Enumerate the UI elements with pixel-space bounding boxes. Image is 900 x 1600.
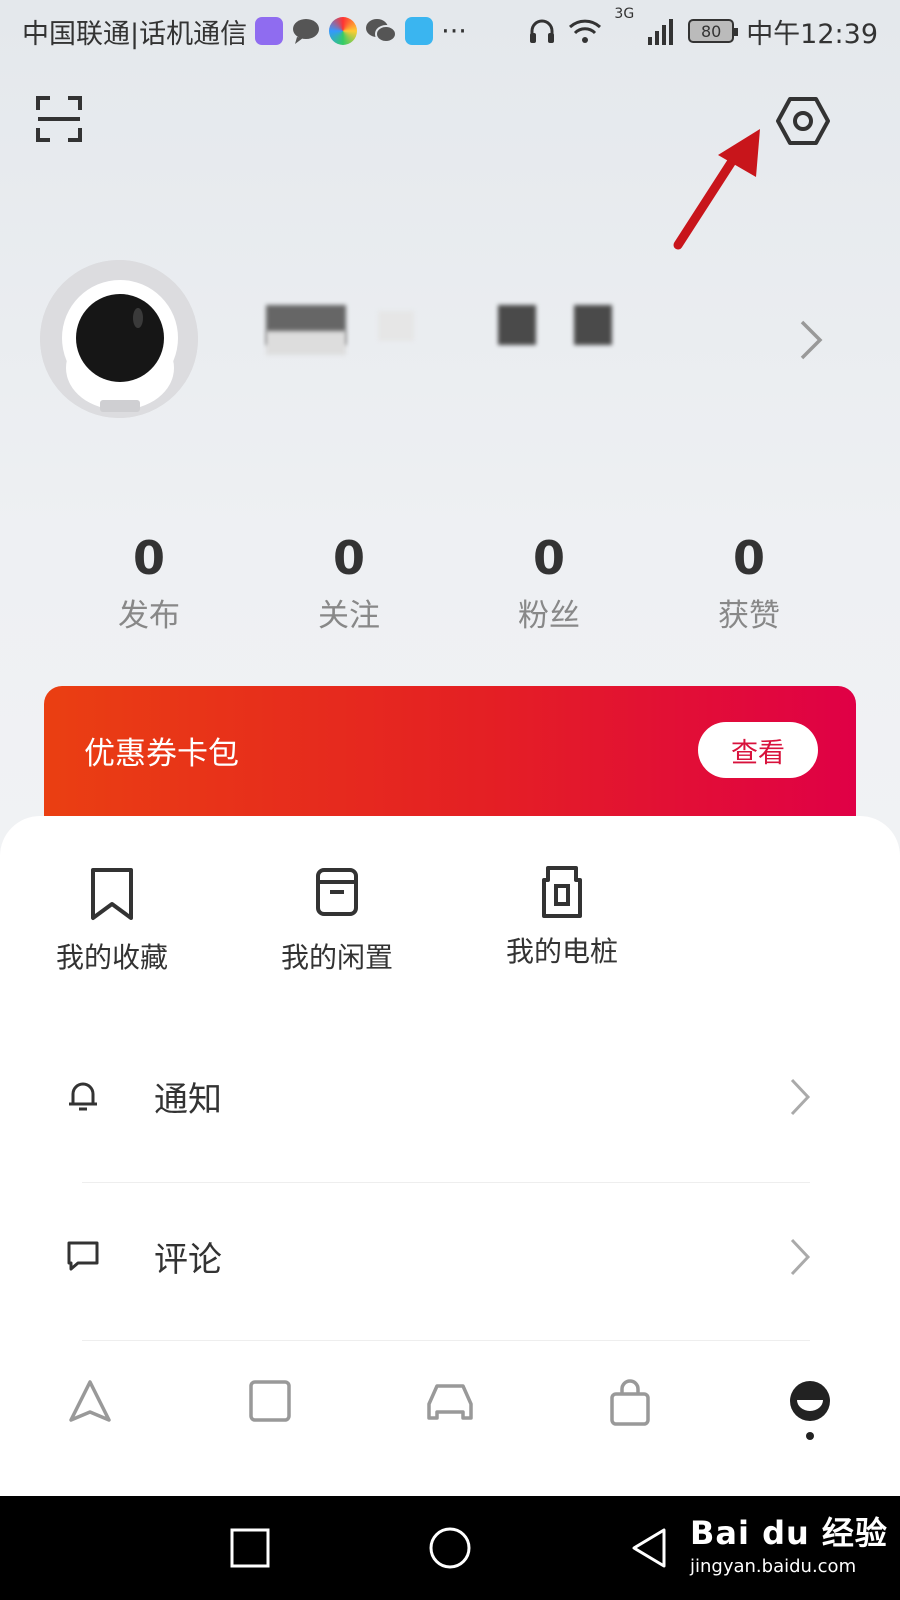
status-time: 中午12:39 — [746, 18, 878, 50]
chevron-right-icon — [790, 1078, 811, 1116]
menu-comments[interactable]: 评论 — [0, 1198, 900, 1318]
quick-favorites[interactable]: 我的收藏 — [22, 866, 202, 976]
quick-charging-pile[interactable]: 我的电桩 — [472, 864, 652, 970]
quick-label: 我的收藏 — [55, 941, 168, 974]
watermark-sub: jingyan.baidu.com — [690, 1556, 857, 1577]
quick-label: 我的电桩 — [505, 935, 618, 968]
astronaut-avatar-icon — [40, 260, 198, 418]
shield-app-icon — [405, 17, 434, 45]
chevron-right-icon — [790, 1238, 811, 1276]
tab-shop[interactable] — [585, 1360, 675, 1460]
stat-label: 获赞 — [718, 598, 780, 634]
system-nav-bar: Bai du 经验 jingyan.baidu.com — [0, 1496, 900, 1600]
coupon-view-button[interactable]: 查看 — [698, 722, 818, 778]
stat-likes[interactable]: 0 获赞 — [674, 528, 824, 648]
avatar[interactable] — [40, 260, 198, 418]
bell-icon — [69, 1082, 97, 1111]
recent-apps-button[interactable] — [226, 1524, 274, 1572]
tab-navigate[interactable] — [45, 1360, 135, 1460]
chevron-right-icon[interactable] — [798, 318, 824, 362]
scan-icon[interactable] — [36, 96, 82, 142]
battery-indicator: 80 — [688, 19, 739, 43]
menu-notifications[interactable]: 通知 — [0, 1038, 900, 1158]
bookmark-icon — [91, 868, 133, 920]
battery-level: 80 — [701, 21, 722, 41]
charging-pile-icon — [542, 866, 582, 918]
navigation-icon — [69, 1380, 111, 1422]
profile-face-icon — [790, 1381, 830, 1421]
comment-icon — [67, 1241, 99, 1271]
menu-label: 通知 — [154, 1080, 222, 1120]
tab-me[interactable] — [765, 1360, 855, 1460]
watermark-main: Bai du 经验 — [690, 1514, 888, 1552]
quick-label: 我的闲置 — [280, 941, 393, 974]
tab-square[interactable] — [225, 1360, 315, 1460]
signal-icon — [648, 19, 674, 45]
network-type: 3G — [614, 5, 635, 22]
annotation-arrow-icon — [673, 129, 760, 250]
stat-value: 0 — [132, 531, 165, 585]
app-notification-icon — [255, 17, 284, 45]
menu-label: 评论 — [154, 1240, 222, 1280]
stat-value: 0 — [732, 531, 765, 585]
box-icon — [316, 868, 358, 916]
stat-following[interactable]: 0 关注 — [274, 528, 424, 648]
stat-value: 0 — [332, 531, 365, 585]
quick-idle-items[interactable]: 我的闲置 — [247, 866, 427, 976]
stat-followers[interactable]: 0 粉丝 — [474, 528, 624, 648]
car-icon — [427, 1384, 473, 1420]
divider — [82, 1182, 810, 1183]
baidu-watermark: Bai du 经验 jingyan.baidu.com — [690, 1508, 890, 1594]
stat-posts[interactable]: 0 发布 — [74, 528, 224, 648]
stats-row: 0 发布 0 关注 0 粉丝 0 获赞 — [40, 528, 860, 648]
status-bar: 中国联通|话机通信 ··· 3G 80 中午12:39 — [0, 0, 900, 62]
wifi-icon — [569, 19, 602, 43]
bottom-tab-bar — [0, 1360, 900, 1460]
more-notifications-icon: ··· — [441, 15, 467, 47]
settings-icon[interactable] — [776, 94, 830, 148]
square-icon — [249, 1380, 291, 1422]
carrier-text: 中国联通|话机通信 — [22, 18, 248, 50]
username-obscured[interactable] — [266, 305, 626, 355]
tab-car[interactable] — [405, 1360, 495, 1460]
active-tab-indicator — [806, 1432, 814, 1440]
coupon-title: 优惠券卡包 — [84, 736, 239, 772]
message-icon — [293, 19, 320, 44]
back-button[interactable] — [626, 1524, 674, 1572]
colorful-app-icon — [329, 17, 358, 45]
bag-icon — [610, 1379, 650, 1426]
stat-label: 关注 — [318, 598, 380, 634]
headset-icon — [530, 19, 555, 43]
home-button[interactable] — [426, 1524, 474, 1572]
stat-label: 粉丝 — [518, 598, 580, 634]
wechat-icon — [366, 19, 398, 43]
divider — [82, 1340, 810, 1341]
stat-label: 发布 — [118, 598, 180, 634]
stat-value: 0 — [532, 531, 565, 585]
